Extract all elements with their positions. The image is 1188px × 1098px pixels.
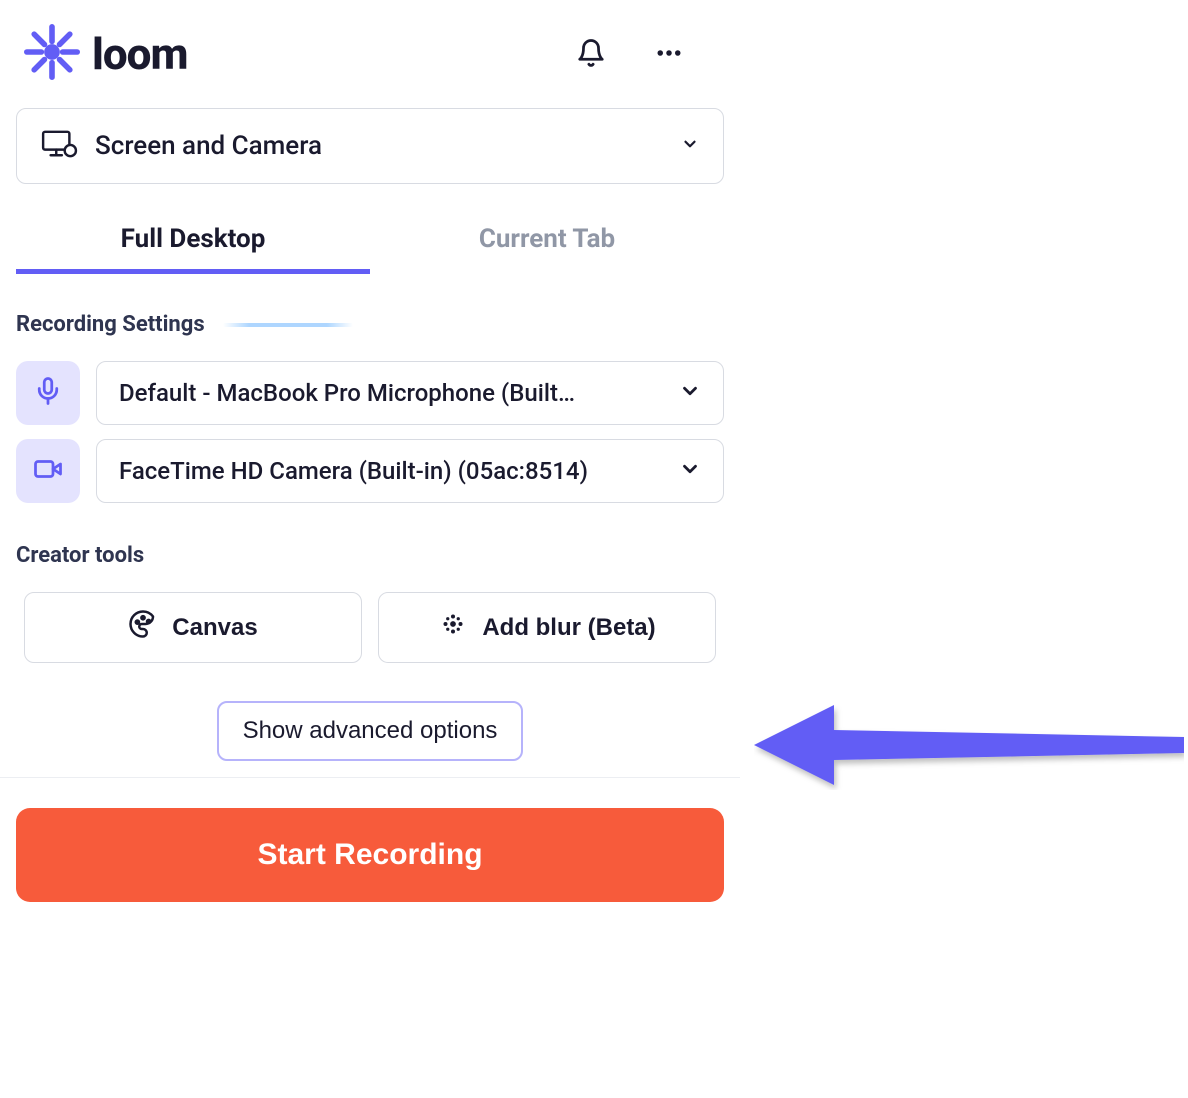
more-menu-button[interactable] (650, 34, 688, 75)
microphone-icon-tile[interactable] (16, 361, 80, 425)
recording-mode-label: Screen and Camera (95, 131, 665, 161)
add-blur-button[interactable]: Add blur (Beta) (378, 592, 716, 663)
brand-logo: loom (24, 24, 572, 84)
chevron-down-icon (681, 135, 699, 157)
camera-row: FaceTime HD Camera (Built-in) (05ac:8514… (16, 439, 724, 503)
tab-label: Full Desktop (121, 224, 266, 254)
tab-full-desktop[interactable]: Full Desktop (16, 214, 370, 272)
chevron-down-icon (679, 458, 701, 484)
advanced-options-wrap: Show advanced options (0, 701, 740, 778)
chevron-down-icon (679, 380, 701, 406)
microphone-value: Default - MacBook Pro Microphone (Built… (119, 379, 667, 407)
decorative-underline (223, 323, 353, 327)
screen-camera-icon (41, 129, 79, 163)
canvas-label: Canvas (172, 614, 257, 642)
annotation-arrow-icon (754, 700, 1184, 794)
video-camera-icon (33, 454, 63, 488)
show-advanced-options-button[interactable]: Show advanced options (217, 701, 524, 761)
more-horizontal-icon (654, 38, 684, 71)
microphone-row: Default - MacBook Pro Microphone (Built… (16, 361, 724, 425)
recording-settings-title: Recording Settings (16, 312, 724, 337)
add-blur-label: Add blur (Beta) (482, 614, 655, 642)
tab-current-tab[interactable]: Current Tab (370, 214, 724, 272)
camera-select[interactable]: FaceTime HD Camera (Built-in) (05ac:8514… (96, 439, 724, 503)
recording-mode-select[interactable]: Screen and Camera (16, 108, 724, 184)
header: loom (16, 24, 724, 108)
bell-icon (576, 38, 606, 71)
creator-tools-row: Canvas Add blur (Beta (16, 592, 724, 663)
palette-icon (128, 609, 158, 646)
canvas-button[interactable]: Canvas (24, 592, 362, 663)
recorder-panel: loom (0, 0, 740, 902)
blur-icon (438, 609, 468, 646)
capture-scope-tabs: Full Desktop Current Tab (16, 214, 724, 272)
camera-icon-tile[interactable] (16, 439, 80, 503)
tab-label: Current Tab (479, 224, 615, 254)
microphone-select[interactable]: Default - MacBook Pro Microphone (Built… (96, 361, 724, 425)
microphone-icon (33, 376, 63, 410)
header-actions (572, 34, 716, 75)
creator-tools-title: Creator tools (16, 543, 724, 568)
brand-name: loom (92, 28, 187, 80)
camera-value: FaceTime HD Camera (Built-in) (05ac:8514… (119, 457, 667, 485)
notifications-button[interactable] (572, 34, 610, 75)
loom-burst-icon (24, 24, 80, 84)
start-recording-button[interactable]: Start Recording (16, 808, 724, 902)
